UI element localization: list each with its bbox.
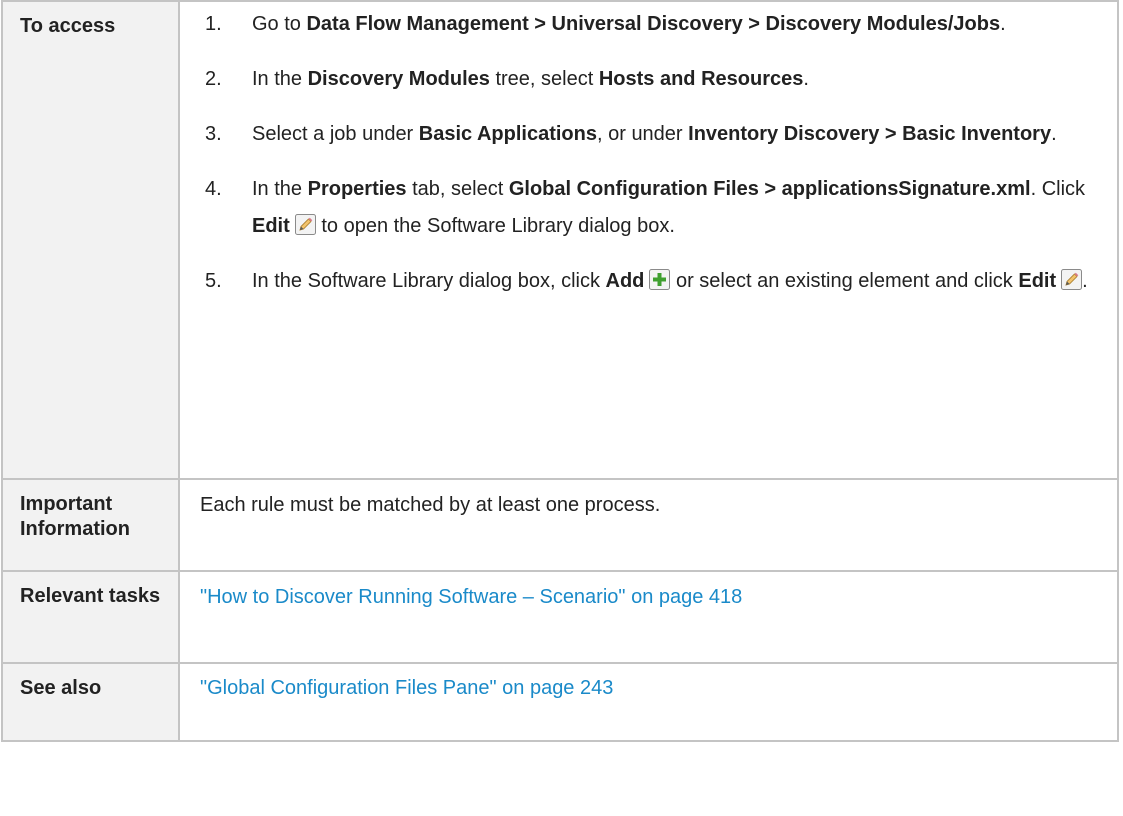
step-text: . [1051, 123, 1057, 145]
ui-term: Properties [307, 178, 407, 200]
step-number: 3. [205, 123, 222, 145]
step-text: or select an existing element and click [670, 270, 1019, 292]
row-content-relevant-tasks: "How to Discover Running Software – Scen… [178, 570, 1119, 664]
step-number: 1. [205, 13, 222, 35]
step-3: 3. Select a job under Basic Applications… [200, 116, 1107, 153]
step-text: In the [252, 68, 308, 90]
step-1: 1. Go to Data Flow Management > Universa… [200, 6, 1107, 43]
step-text: . [1000, 13, 1006, 35]
step-text: to open the Software Library dialog box. [315, 215, 675, 237]
step-number: 5. [205, 270, 222, 292]
step-text: Go to [252, 13, 307, 35]
row-content-see-also: "Global Configuration Files Pane" on pag… [178, 662, 1119, 742]
ui-term: Hosts and Resources [598, 68, 804, 90]
menu-path: Data Flow Management > Universal Discove… [306, 13, 1001, 35]
add-plus-icon [649, 269, 671, 290]
row-label-to-access: To access [1, 0, 180, 480]
step-text: tree, select [489, 68, 599, 90]
step-text: In the Software Library dialog box, clic… [252, 270, 606, 292]
edit-pencil-icon [294, 214, 316, 235]
row-important-information: Important Information Each rule must be … [1, 478, 1119, 572]
ui-term: Discovery Modules [307, 68, 490, 90]
step-2: 2. In the Discovery Modules tree, select… [200, 61, 1107, 98]
row-label-important-information: Important Information [1, 478, 180, 572]
relevant-task-link[interactable]: "How to Discover Running Software – Scen… [200, 586, 742, 608]
row-see-also: See also "Global Configuration Files Pan… [1, 662, 1119, 742]
row-relevant-tasks: Relevant tasks "How to Discover Running … [1, 570, 1119, 664]
step-text: . Click [1030, 178, 1086, 200]
step-5: 5. In the Software Library dialog box, c… [200, 263, 1107, 300]
info-table: To access 1. Go to Data Flow Management … [1, 0, 1119, 742]
row-content-to-access: 1. Go to Data Flow Management > Universa… [178, 0, 1119, 480]
important-information-text: Each rule must be matched by at least on… [178, 478, 1119, 572]
ui-term: Global Configuration Files > application… [508, 178, 1031, 200]
step-text: . [1082, 270, 1088, 292]
step-text: . [803, 68, 809, 90]
step-text: tab, select [406, 178, 509, 200]
step-text: , or under [596, 123, 689, 145]
steps-list: 1. Go to Data Flow Management > Universa… [200, 6, 1107, 300]
ui-term: Basic Applications [418, 123, 597, 145]
row-label-see-also: See also [1, 662, 180, 742]
ui-term: Edit [252, 215, 290, 237]
step-4: 4. In the Properties tab, select Global … [200, 171, 1107, 245]
row-to-access: To access 1. Go to Data Flow Management … [1, 0, 1119, 480]
edit-pencil-icon [1061, 269, 1083, 290]
ui-term: Edit [1018, 270, 1057, 292]
step-text: In the [252, 178, 308, 200]
step-text: Select a job under [252, 123, 419, 145]
step-number: 2. [205, 68, 222, 90]
ui-term: Inventory Discovery > Basic Inventory [688, 123, 1052, 145]
step-number: 4. [205, 178, 222, 200]
ui-term: Add [605, 270, 645, 292]
row-label-relevant-tasks: Relevant tasks [1, 570, 180, 664]
see-also-link[interactable]: "Global Configuration Files Pane" on pag… [200, 677, 613, 699]
